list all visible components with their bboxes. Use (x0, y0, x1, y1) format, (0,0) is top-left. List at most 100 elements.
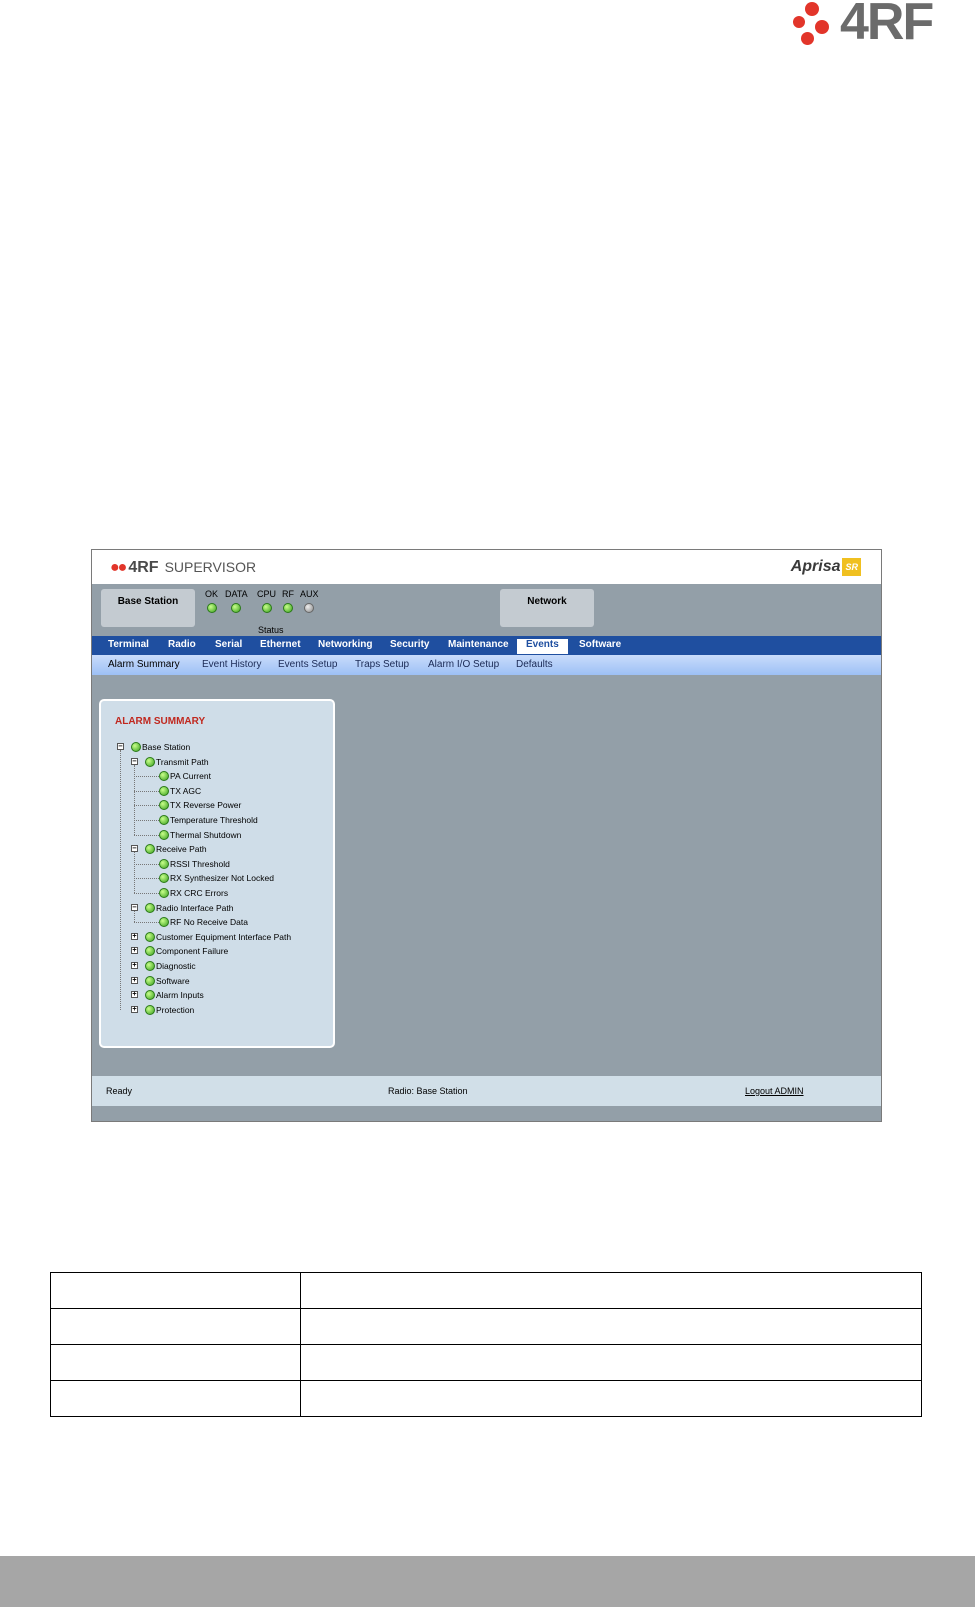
tree-node[interactable]: − Receive Path (101, 843, 331, 855)
tree-connector (134, 878, 159, 880)
tree-node[interactable]: Temperature Threshold (101, 814, 331, 826)
tree-node[interactable]: RX CRC Errors (101, 887, 331, 899)
page-logo-text: 4RF (840, 0, 934, 51)
tree-node-label: Radio Interface Path (156, 902, 234, 913)
alarm-status-led-icon (159, 800, 169, 811)
subtab-traps-setup[interactable]: Traps Setup (355, 660, 409, 670)
alarm-status-led-icon (159, 815, 169, 825)
tab-events[interactable]: Events (517, 639, 568, 654)
tree-node[interactable]: + Diagnostic (101, 960, 331, 972)
tree-node[interactable]: + Protection (101, 1004, 331, 1016)
tree-node[interactable]: TX Reverse Power (101, 799, 331, 811)
tree-node[interactable]: Thermal Shutdown (101, 829, 331, 841)
tab-serial[interactable]: Serial (215, 640, 242, 650)
tree-node[interactable]: + Alarm Inputs (101, 989, 331, 1001)
network-box[interactable]: Network (500, 589, 594, 627)
expand-icon[interactable]: + (131, 947, 138, 955)
led-rf: RF (282, 590, 294, 615)
app-logo: ●● 4RF SUPERVISOR (110, 559, 256, 576)
tree-node-label: Alarm Inputs (156, 990, 204, 1001)
station-label: Base Station (117, 596, 179, 607)
tree-node[interactable]: + Customer Equipment Interface Path (101, 931, 331, 943)
page-logo: 4RF (793, 0, 965, 48)
tree-node[interactable]: RSSI Threshold (101, 858, 331, 870)
tree-node-label: Thermal Shutdown (170, 829, 242, 840)
alarm-status-led-icon (159, 873, 169, 884)
table-cell (50, 1344, 301, 1381)
tab-terminal[interactable]: Terminal (108, 640, 149, 650)
table-cell (300, 1272, 922, 1309)
tree-node[interactable]: − Radio Interface Path (101, 902, 331, 914)
tab-ethernet[interactable]: Ethernet (260, 640, 301, 650)
alarm-status-led-icon (145, 990, 155, 1001)
alarm-status-led-icon (145, 844, 155, 855)
tree-connector (134, 910, 135, 923)
tree-node[interactable]: − Base Station (101, 741, 331, 753)
table-cell (300, 1344, 922, 1381)
table-row (50, 1308, 922, 1345)
expand-icon[interactable]: + (131, 1005, 138, 1013)
subtab-event-history[interactable]: Event History (202, 660, 261, 670)
expand-icon[interactable]: + (131, 962, 138, 969)
tree-connector (134, 834, 159, 836)
table-cell (50, 1272, 301, 1309)
expand-icon[interactable]: + (131, 976, 138, 984)
logout-link[interactable]: Logout ADMIN (745, 1076, 804, 1106)
led-indicator-icon (304, 603, 315, 613)
led-indicator-icon (283, 603, 293, 613)
subtab-alarm-io-setup[interactable]: Alarm I/O Setup (428, 660, 499, 670)
status-radio: Radio: Base Station (388, 1086, 468, 1096)
alarm-status-led-icon (159, 858, 169, 869)
tree-node-label: RSSI Threshold (170, 858, 230, 869)
status-leds: OK DATA CPU RF AUX Status (204, 589, 334, 635)
tab-software[interactable]: Software (579, 640, 621, 650)
alarm-status-led-icon (145, 946, 155, 957)
alarm-status-led-icon (131, 742, 141, 752)
expand-icon[interactable]: + (131, 991, 138, 999)
table-row (50, 1272, 922, 1309)
led-label: CPU (257, 589, 277, 599)
tree-connector (134, 863, 159, 865)
collapse-icon[interactable]: − (131, 845, 138, 853)
page-footer-bar (0, 1556, 975, 1607)
subtab-alarm-summary[interactable]: Alarm Summary (108, 660, 180, 670)
tree-node-label: PA Current (170, 771, 211, 782)
tree-node-label: TX AGC (170, 785, 202, 796)
expand-icon[interactable]: + (131, 932, 138, 940)
tab-networking[interactable]: Networking (318, 640, 372, 650)
main-nav: Terminal Radio Serial Ethernet Networkin… (92, 636, 881, 655)
tab-radio[interactable]: Radio (168, 640, 196, 650)
led-data: DATA (225, 590, 248, 615)
collapse-icon[interactable]: − (131, 757, 138, 765)
tree-node[interactable]: TX AGC (101, 785, 331, 797)
alarm-tree: − Base Station − Transmit Path PA Current TX … (101, 701, 333, 1046)
tree-node-label: Protection (156, 1004, 195, 1015)
brand-logo: Aprisa SR (791, 558, 861, 576)
collapse-icon[interactable]: − (117, 743, 124, 750)
subtab-events-setup[interactable]: Events Setup (278, 660, 337, 670)
tree-connector (134, 893, 159, 894)
tree-node-label: RX Synthesizer Not Locked (170, 873, 274, 884)
tree-connector (134, 790, 159, 792)
led-label: OK (205, 589, 219, 599)
tree-connector (134, 852, 135, 893)
station-box[interactable]: Base Station (101, 589, 195, 627)
tab-maintenance[interactable]: Maintenance (448, 640, 509, 650)
tree-node[interactable]: + Software (101, 975, 331, 987)
alarm-status-led-icon (145, 902, 155, 913)
tree-node[interactable]: + Component Failure (101, 945, 331, 957)
subtab-defaults[interactable]: Defaults (516, 660, 553, 670)
alarm-status-led-icon (145, 756, 155, 767)
tree-node-label: Base Station (142, 742, 191, 752)
tree-node[interactable]: RX Synthesizer Not Locked (101, 872, 331, 884)
status-header: Base Station OK DATA CPU RF AUX Status N… (92, 584, 881, 636)
tree-node[interactable]: PA Current (101, 770, 331, 782)
tree-node[interactable]: − Transmit Path (101, 756, 331, 768)
tree-node-label: Transmit Path (156, 756, 209, 767)
alarm-status-led-icon (159, 785, 169, 796)
collapse-icon[interactable]: − (131, 903, 138, 911)
tab-security[interactable]: Security (390, 640, 429, 650)
alarm-status-led-icon (159, 888, 169, 898)
tree-node[interactable]: RF No Receive Data (101, 916, 331, 928)
table-cell (300, 1380, 922, 1417)
